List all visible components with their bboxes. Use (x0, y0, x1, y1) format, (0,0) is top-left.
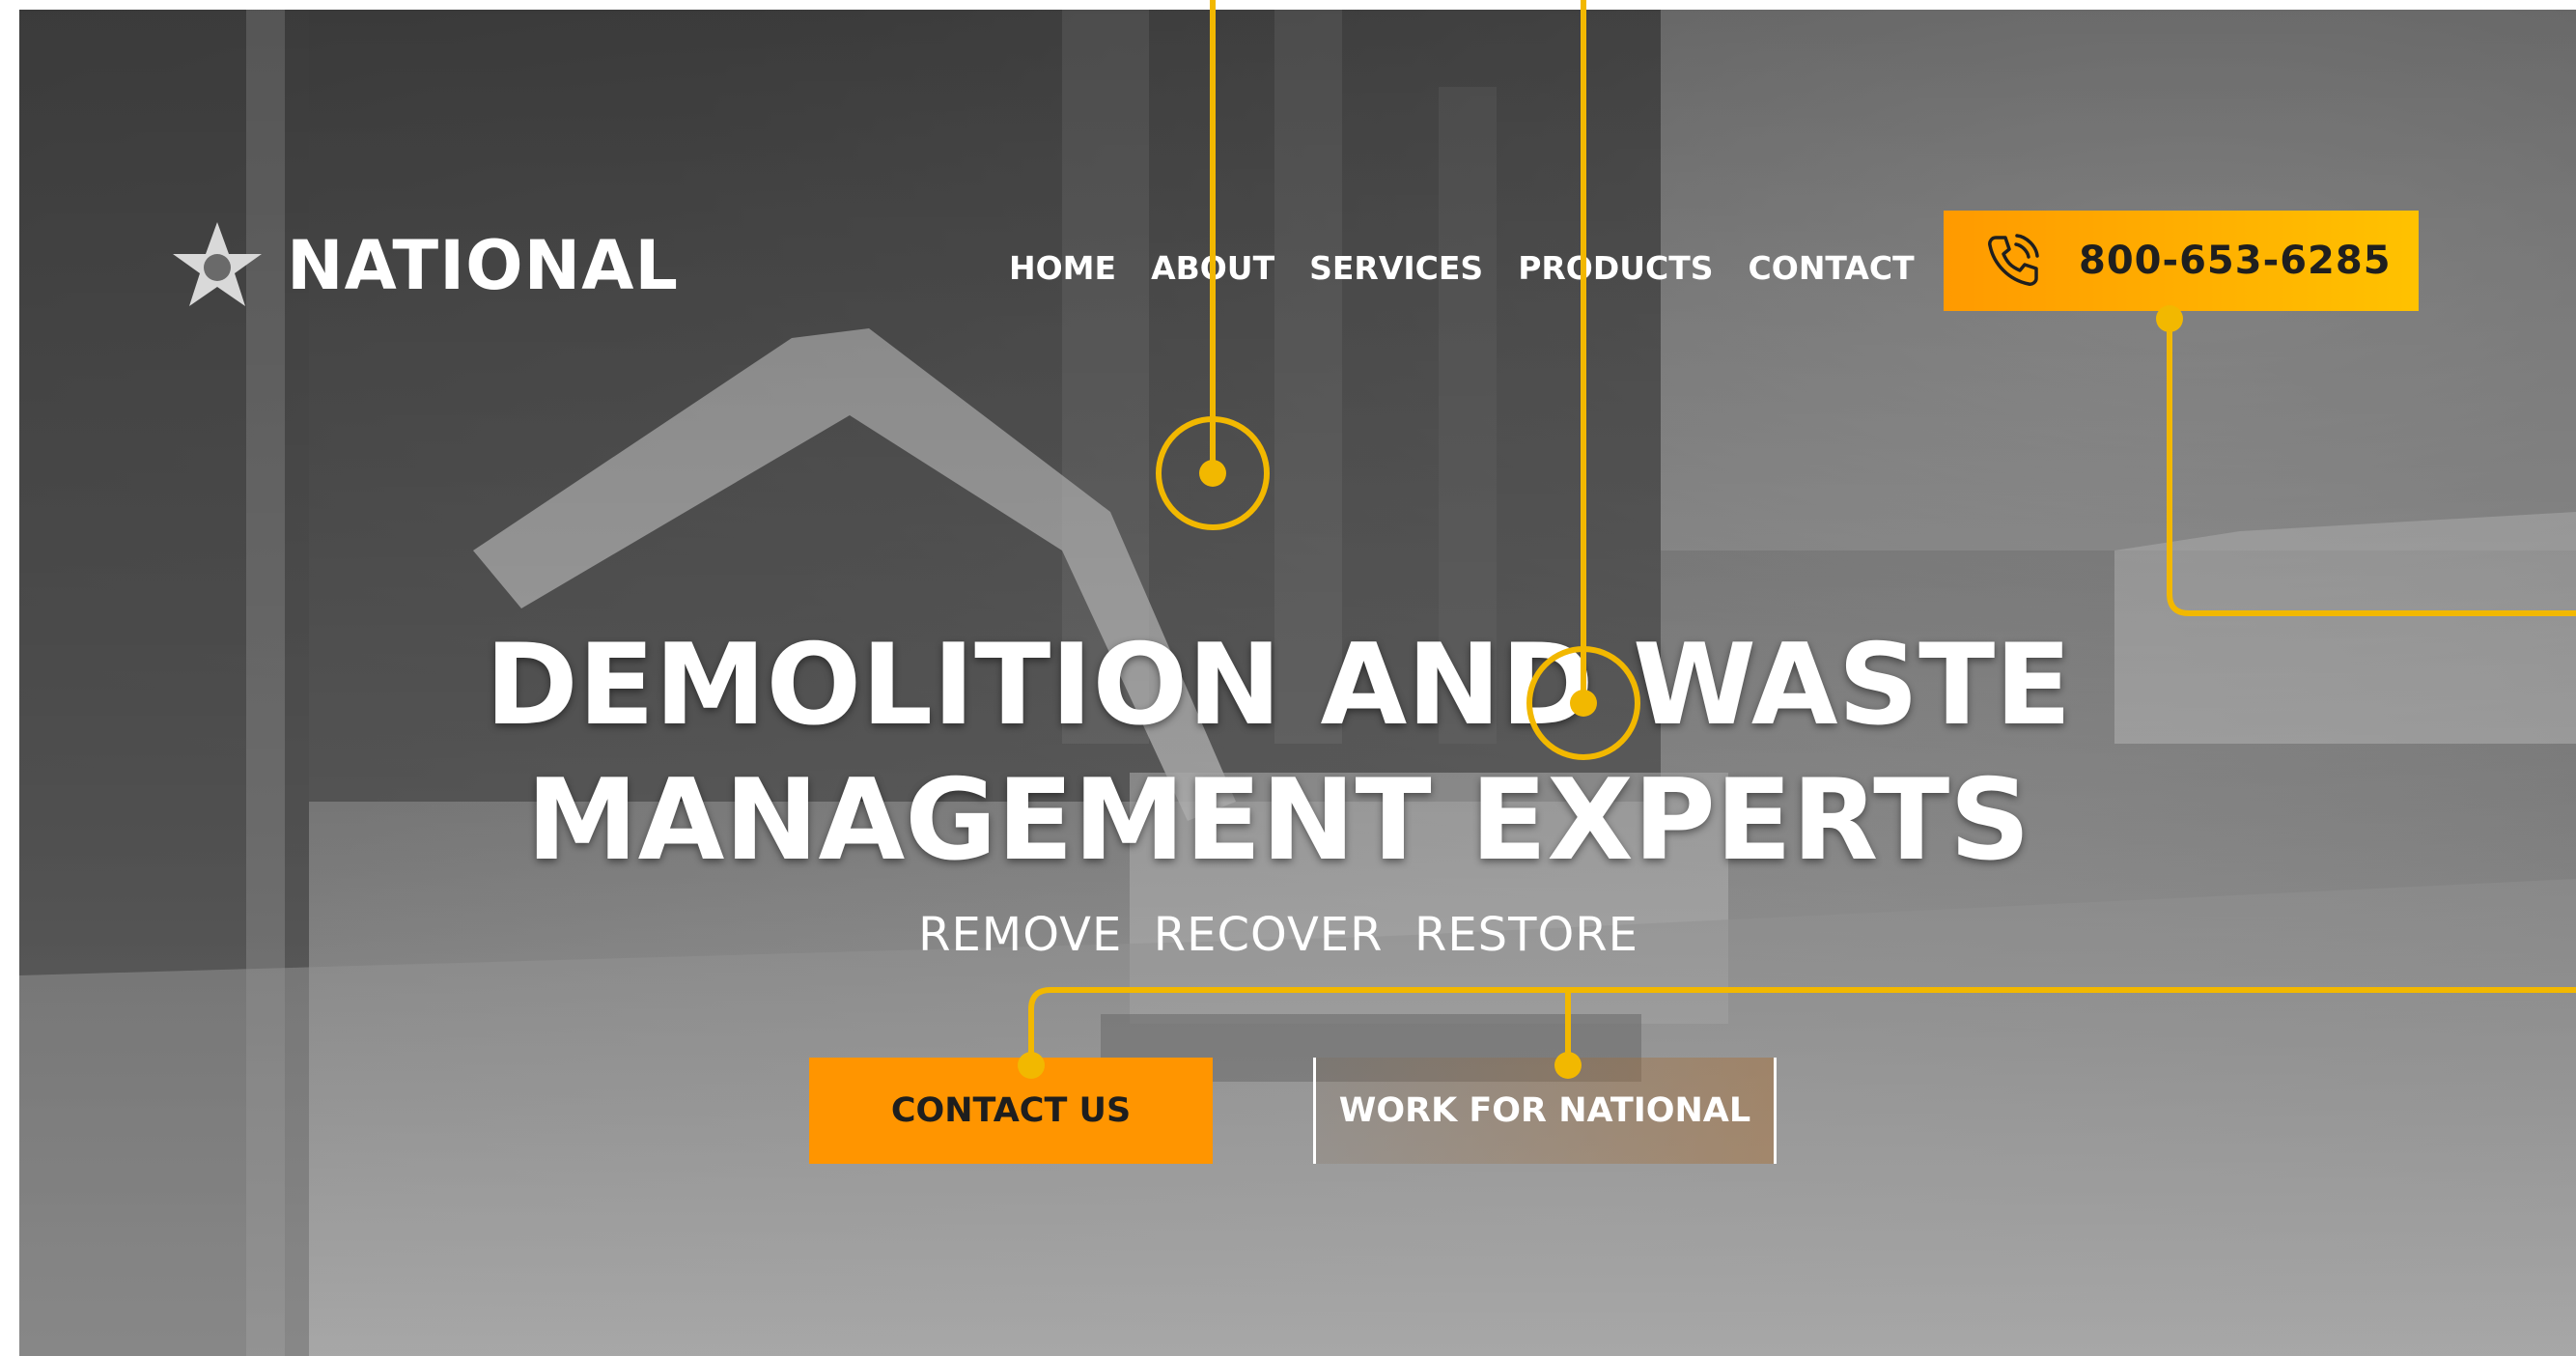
star-logo-icon (173, 222, 262, 306)
phone-button[interactable]: 800-653-6285 (1944, 211, 2419, 311)
nav-item-services[interactable]: SERVICES (1309, 249, 1483, 287)
brand-logo[interactable]: NATIONAL (169, 217, 679, 314)
phone-icon (1988, 234, 2039, 286)
main-nav: HOME ABOUT SERVICES PRODUCTS CONTACT (1009, 249, 1915, 287)
phone-number: 800-653-6285 (2079, 239, 2392, 283)
headline-line-2: MANAGEMENT EXPERTS (526, 755, 2030, 886)
nav-item-home[interactable]: HOME (1009, 249, 1116, 287)
contact-us-button[interactable]: CONTACT US (809, 1058, 1213, 1164)
hero-tagline: REMOVE RECOVER RESTORE (918, 908, 1638, 962)
hero-headline: DEMOLITION AND WASTE MANAGEMENT EXPERTS (0, 618, 2557, 889)
nav-item-about[interactable]: ABOUT (1151, 249, 1274, 287)
brand-name: NATIONAL (287, 226, 679, 305)
work-for-national-button[interactable]: WORK FOR NATIONAL (1313, 1058, 1777, 1164)
nav-item-products[interactable]: PRODUCTS (1518, 249, 1713, 287)
nav-item-contact[interactable]: CONTACT (1749, 249, 1915, 287)
headline-line-1: DEMOLITION AND WASTE (485, 620, 2072, 750)
